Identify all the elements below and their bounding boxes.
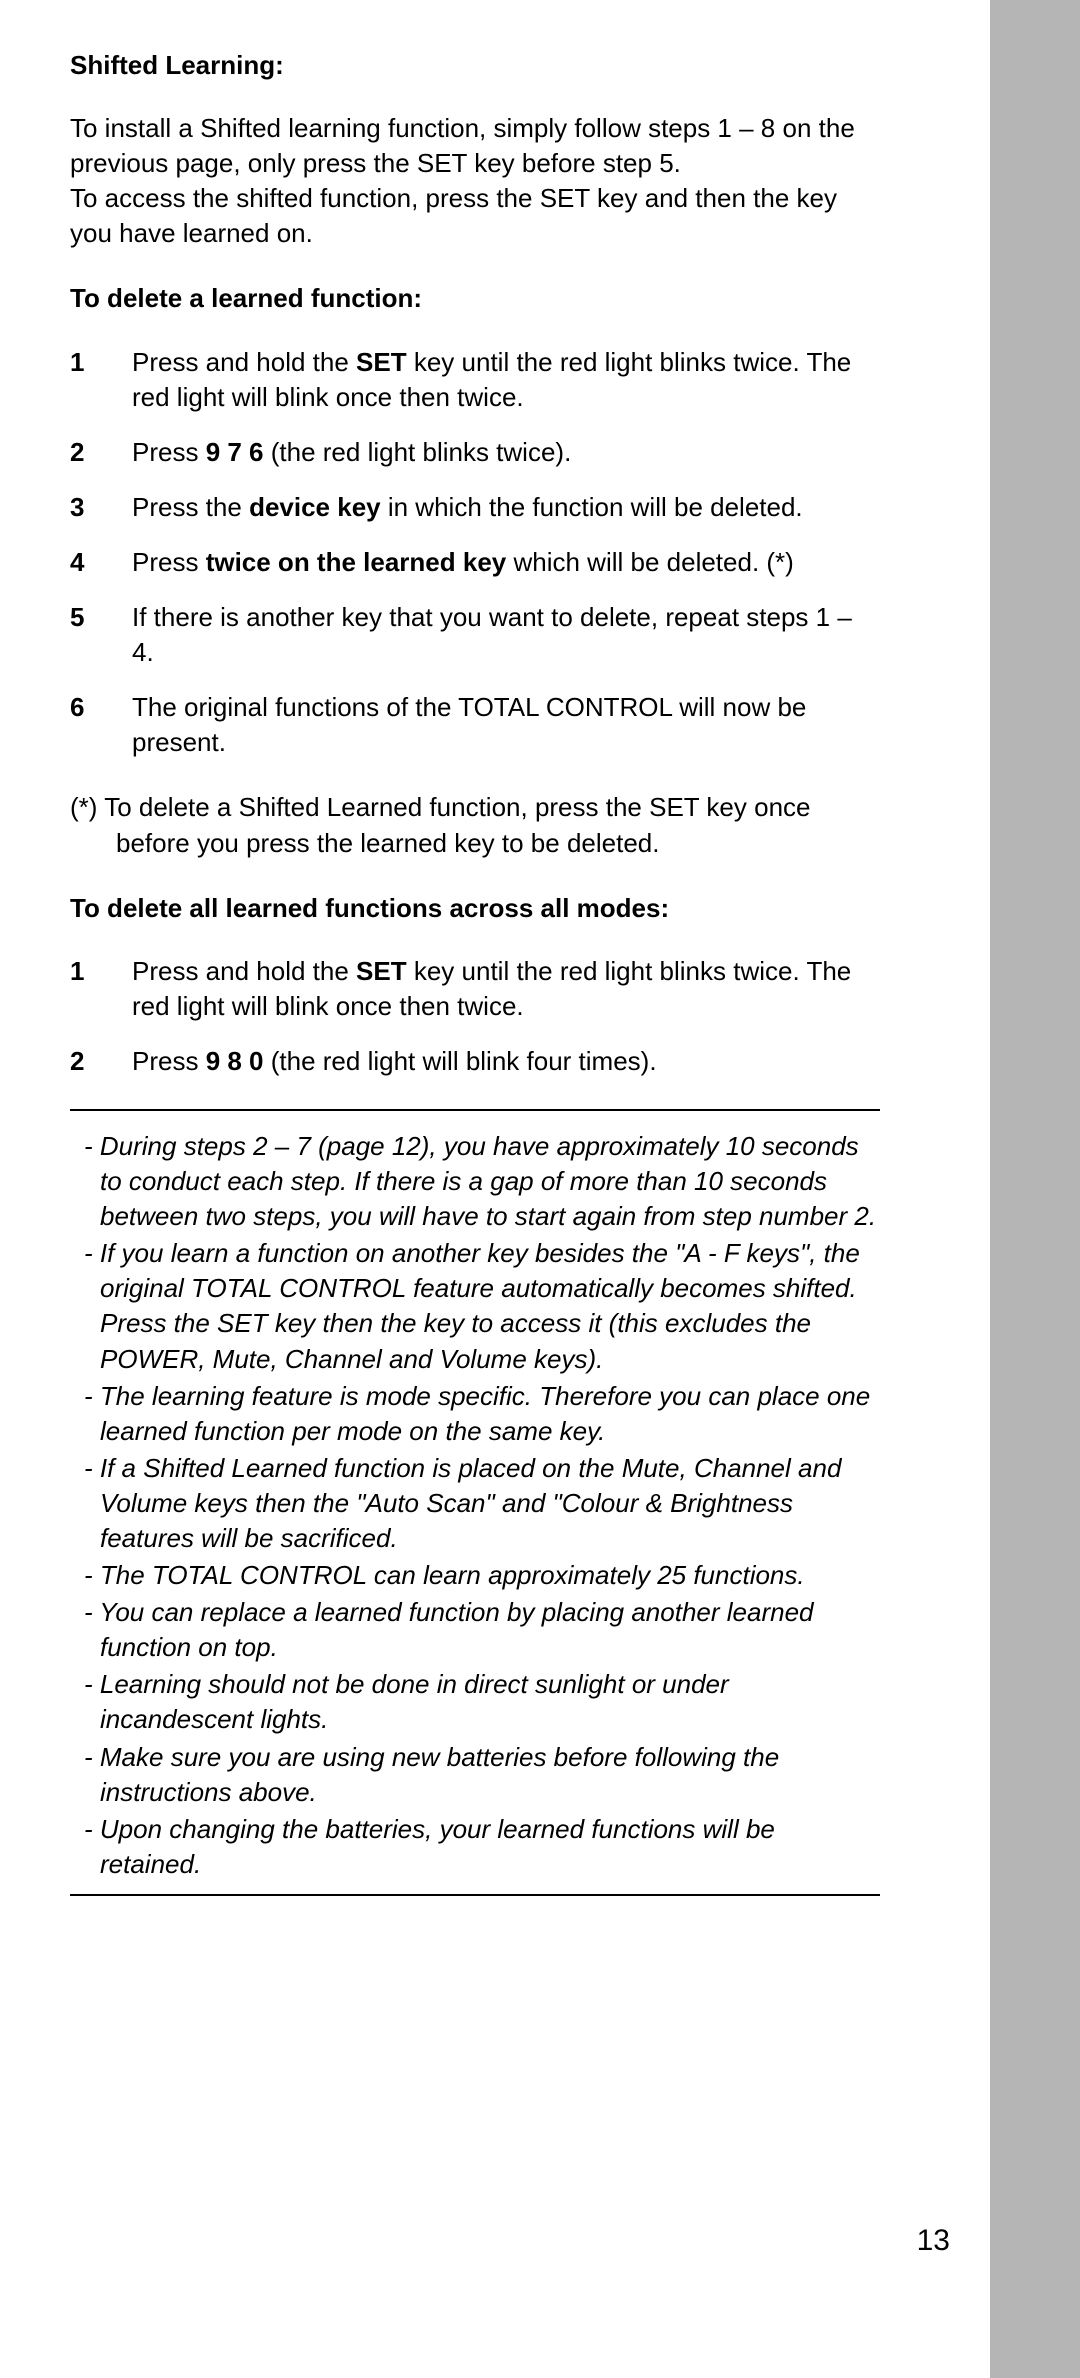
step-item: 5 If there is another key that you want …	[70, 600, 880, 670]
step-text: Press 9 7 6 (the red light blinks twice)…	[132, 435, 880, 470]
step-text: Press the device key in which the functi…	[132, 490, 880, 525]
footnote-text: (*) To delete a Shifted Learned function…	[70, 790, 880, 860]
step-item: 2 Press 9 8 0 (the red light will blink …	[70, 1044, 880, 1079]
note-item: - The TOTAL CONTROL can learn approximat…	[70, 1558, 880, 1593]
note-item: - If you learn a function on another key…	[70, 1236, 880, 1376]
step-text: Press 9 8 0 (the red light will blink fo…	[132, 1044, 880, 1079]
step-text: Press twice on the learned key which wil…	[132, 545, 880, 580]
page-number: 13	[917, 2224, 950, 2258]
divider	[70, 1894, 880, 1896]
step-number: 5	[70, 600, 132, 670]
step-item: 2 Press 9 7 6 (the red light blinks twic…	[70, 435, 880, 470]
note-item: - During steps 2 – 7 (page 12), you have…	[70, 1129, 880, 1234]
paragraph: To install a Shifted learning function, …	[70, 111, 880, 251]
note-item: - If a Shifted Learned function is place…	[70, 1451, 880, 1556]
step-number: 2	[70, 435, 132, 470]
note-item: - You can replace a learned function by …	[70, 1595, 880, 1665]
step-item: 1 Press and hold the SET key until the r…	[70, 345, 880, 415]
page-content: Shifted Learning: To install a Shifted l…	[0, 0, 990, 1896]
divider	[70, 1109, 880, 1111]
step-number: 3	[70, 490, 132, 525]
step-item: 4 Press twice on the learned key which w…	[70, 545, 880, 580]
section-title-shifted-learning: Shifted Learning:	[70, 48, 880, 83]
step-item: 6 The original functions of the TOTAL CO…	[70, 690, 880, 760]
step-item: 1 Press and hold the SET key until the r…	[70, 954, 880, 1024]
step-text: The original functions of the TOTAL CONT…	[132, 690, 880, 760]
step-item: 3 Press the device key in which the func…	[70, 490, 880, 525]
step-text: Press and hold the SET key until the red…	[132, 345, 880, 415]
step-text: Press and hold the SET key until the red…	[132, 954, 880, 1024]
steps-list: 1 Press and hold the SET key until the r…	[70, 954, 880, 1079]
step-number: 6	[70, 690, 132, 760]
step-number: 1	[70, 954, 132, 1024]
steps-list: 1 Press and hold the SET key until the r…	[70, 345, 880, 761]
section-title-delete-function: To delete a learned function:	[70, 281, 880, 316]
margin-sidebar	[990, 0, 1080, 2378]
step-number: 2	[70, 1044, 132, 1079]
step-number: 1	[70, 345, 132, 415]
notes-list: - During steps 2 – 7 (page 12), you have…	[70, 1129, 880, 1882]
text: To install a Shifted learning function, …	[70, 113, 855, 178]
text: To access the shifted function, press th…	[70, 183, 837, 248]
step-text: If there is another key that you want to…	[132, 600, 880, 670]
note-item: - Learning should not be done in direct …	[70, 1667, 880, 1737]
section-title-delete-all: To delete all learned functions across a…	[70, 891, 880, 926]
note-item: - Make sure you are using new batteries …	[70, 1740, 880, 1810]
step-number: 4	[70, 545, 132, 580]
footnote: (*) To delete a Shifted Learned function…	[70, 790, 880, 860]
note-item: - Upon changing the batteries, your lear…	[70, 1812, 880, 1882]
note-item: - The learning feature is mode specific.…	[70, 1379, 880, 1449]
